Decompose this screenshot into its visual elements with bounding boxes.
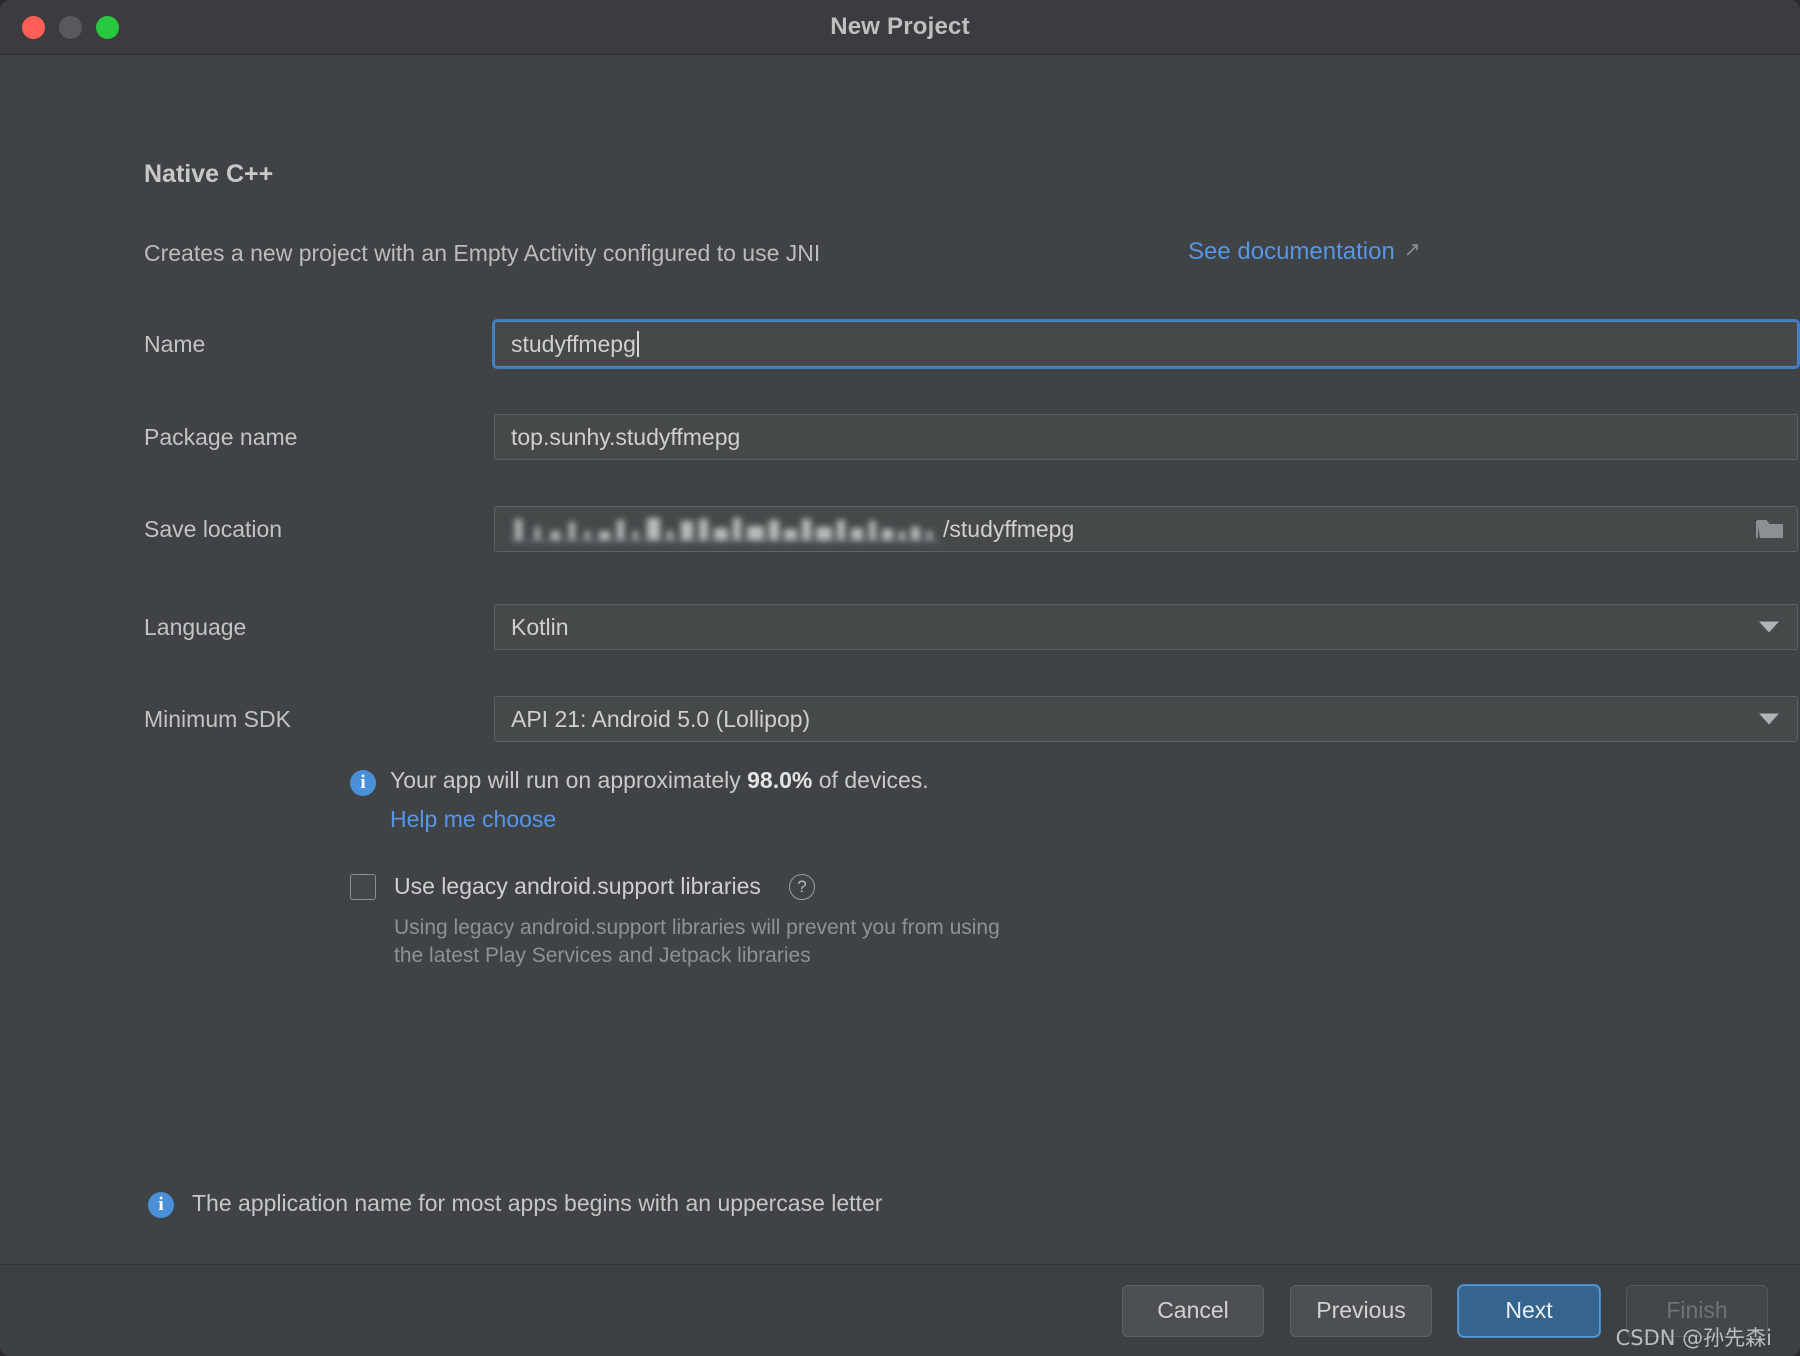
template-description: Creates a new project with an Empty Acti… [144, 240, 821, 266]
cancel-button[interactable]: Cancel [1122, 1284, 1264, 1337]
legacy-description-line-2: the latest Play Services and Jetpack lib… [394, 944, 811, 968]
package-name-input[interactable]: top.sunhy.studyffmepg [494, 414, 1798, 460]
minimum-sdk-label: Minimum SDK [144, 705, 291, 732]
text-caret [636, 331, 639, 357]
see-documentation-label: See documentation [1188, 238, 1395, 265]
sdk-coverage-sentence: Your app will run on approximately 98.0%… [390, 767, 929, 794]
folder-icon[interactable] [1755, 517, 1785, 541]
finish-button: Finish [1626, 1284, 1768, 1337]
minimum-sdk-value: API 21: Android 5.0 (Lollipop) [511, 705, 811, 732]
window-title: New Project [830, 13, 970, 40]
help-me-choose-link[interactable]: Help me choose [390, 806, 556, 833]
language-value: Kotlin [511, 613, 569, 640]
save-location-label: Save location [144, 515, 283, 542]
name-input-value: studyffmepg [511, 330, 636, 357]
status-message-text: The application name for most apps begin… [192, 1190, 883, 1216]
external-link-arrow-icon: ↗ [1403, 238, 1421, 261]
name-row: Name studyffmepg [144, 320, 1798, 368]
chevron-down-icon[interactable] [1759, 713, 1779, 725]
save-location-suffix: /studyffmepg [943, 515, 1075, 542]
sdk-coverage-text: i Your app will run on approximately 98.… [350, 767, 1450, 796]
legacy-libraries-block: Use legacy android.support libraries ? U… [350, 873, 1450, 971]
info-icon: i [148, 1192, 174, 1218]
minimum-sdk-row: Minimum SDK API 21: Android 5.0 (Lollipo… [144, 695, 1798, 743]
title-bar: New Project [0, 0, 1800, 55]
coverage-percent: 98.0% [747, 767, 813, 793]
language-row: Language Kotlin [144, 603, 1798, 651]
language-label: Language [144, 613, 247, 640]
legacy-libraries-description: Using legacy android.support libraries w… [394, 914, 1094, 971]
dialog-body: Native C++ Creates a new project with an… [0, 55, 1800, 1264]
previous-button[interactable]: Previous [1290, 1284, 1432, 1337]
legacy-libraries-checkbox[interactable] [350, 873, 376, 900]
save-location-row: Save location /studyffmepg [144, 505, 1798, 553]
question-mark-icon[interactable]: ? [788, 873, 815, 900]
chevron-down-icon[interactable] [1759, 621, 1779, 633]
info-icon: i [350, 770, 376, 796]
new-project-dialog: New Project Native C++ Creates a new pro… [0, 0, 1800, 1356]
name-input[interactable]: studyffmepg [494, 321, 1798, 367]
legacy-checkbox-row[interactable]: Use legacy android.support libraries ? [350, 873, 1450, 900]
package-name-value: top.sunhy.studyffmepg [511, 423, 741, 450]
name-label: Name [144, 330, 206, 357]
next-button[interactable]: Next [1458, 1284, 1600, 1337]
coverage-text-after: of devices. [812, 767, 929, 793]
save-location-input[interactable]: /studyffmepg [494, 506, 1798, 552]
coverage-text-before: Your app will run on approximately [390, 767, 748, 793]
minimum-sdk-dropdown[interactable]: API 21: Android 5.0 (Lollipop) [494, 696, 1798, 742]
legacy-libraries-label: Use legacy android.support libraries [394, 873, 761, 899]
dialog-button-bar: Cancel Previous Next Finish CSDN @孙先森i [0, 1264, 1800, 1356]
redacted-path-blur [511, 510, 941, 548]
template-title: Native C++ [144, 160, 274, 188]
language-dropdown[interactable]: Kotlin [494, 604, 1798, 650]
see-documentation-link[interactable]: See documentation ↗ [1188, 238, 1421, 266]
sdk-coverage-info: i Your app will run on approximately 98.… [350, 767, 1450, 833]
legacy-description-line-1: Using legacy android.support libraries w… [394, 916, 1000, 939]
package-name-label: Package name [144, 423, 298, 450]
package-name-row: Package name top.sunhy.studyffmepg [144, 413, 1798, 461]
status-message: i The application name for most apps beg… [148, 1189, 882, 1218]
